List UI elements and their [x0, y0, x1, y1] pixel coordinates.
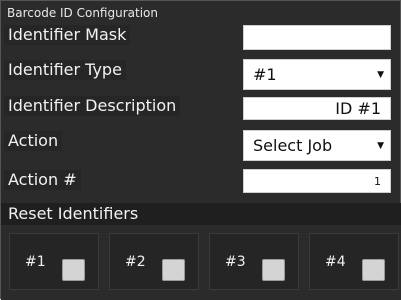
reset-checkbox-2[interactable] [162, 259, 185, 281]
reset-tile-2[interactable]: #2 [109, 233, 199, 290]
identifier-description-input[interactable]: ID #1 [243, 97, 391, 120]
reset-identifiers-label: Reset Identifiers [1, 203, 401, 225]
reset-checkbox-3[interactable] [262, 259, 285, 281]
reset-checkbox-4[interactable] [362, 259, 385, 281]
chevron-down-icon: ▼ [377, 140, 384, 151]
reset-tile-4-label: #4 [325, 254, 346, 270]
barcode-id-config-panel: Barcode ID Configuration Identifier Mask… [0, 0, 401, 300]
reset-tile-1-label: #1 [25, 254, 46, 270]
reset-tile-1[interactable]: #1 [9, 233, 99, 290]
reset-identifiers-tiles: #1 #2 #3 #4 [1, 225, 401, 300]
action-select[interactable]: Select Job ▼ [243, 130, 391, 161]
action-label: Action [4, 131, 63, 151]
reset-tile-2-label: #2 [125, 254, 146, 270]
panel-title: Barcode ID Configuration [7, 6, 158, 20]
action-number-input[interactable]: 1 [243, 169, 391, 193]
identifier-description-value: ID #1 [335, 99, 381, 118]
action-value: Select Job [253, 136, 333, 155]
reset-tile-3-label: #3 [225, 254, 246, 270]
identifier-type-select[interactable]: #1 ▼ [243, 59, 391, 90]
reset-tile-3[interactable]: #3 [209, 233, 299, 290]
identifier-type-label: Identifier Type [4, 60, 126, 80]
action-number-label: Action # [4, 170, 81, 190]
action-number-value: 1 [374, 175, 381, 188]
chevron-down-icon: ▼ [377, 69, 384, 80]
reset-checkbox-1[interactable] [62, 259, 85, 281]
identifier-type-value: #1 [253, 65, 277, 84]
identifier-description-label: Identifier Description [4, 96, 181, 116]
reset-tile-4[interactable]: #4 [309, 233, 399, 290]
identifier-mask-label: Identifier Mask [4, 25, 131, 45]
identifier-mask-input[interactable] [243, 25, 391, 50]
